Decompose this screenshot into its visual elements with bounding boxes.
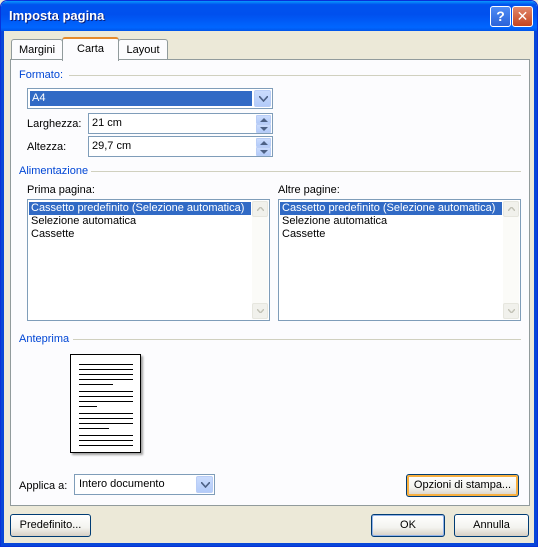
width-label: Larghezza: bbox=[27, 118, 82, 130]
chevron-down-icon bbox=[508, 309, 515, 313]
default-button[interactable]: Predefinito... bbox=[10, 514, 91, 537]
section-preview-heading: Anteprima bbox=[19, 333, 70, 345]
list-item[interactable]: Cassette bbox=[280, 228, 502, 241]
other-pages-label: Altre pagine: bbox=[278, 184, 340, 196]
preview-line bbox=[79, 364, 133, 365]
preview-line bbox=[79, 435, 133, 436]
apply-to-value: Intero documento bbox=[79, 478, 165, 490]
ok-button[interactable]: OK bbox=[371, 514, 445, 537]
preview-line bbox=[79, 428, 109, 429]
button-label: Opzioni di stampa... bbox=[413, 479, 512, 491]
other-pages-tray-list[interactable]: Cassetto predefinito (Selezione automati… bbox=[278, 199, 521, 321]
button-label: OK bbox=[400, 519, 416, 531]
chevron-down-icon bbox=[259, 96, 268, 102]
preview-line bbox=[79, 423, 133, 424]
scroll-up-button[interactable] bbox=[252, 201, 268, 217]
first-page-tray-list[interactable]: Cassetto predefinito (Selezione automati… bbox=[27, 199, 270, 321]
paper-size-value: A4 bbox=[30, 91, 252, 106]
button-label: Annulla bbox=[473, 519, 510, 531]
cancel-button[interactable]: Annulla bbox=[454, 514, 529, 537]
preview-line bbox=[79, 379, 133, 380]
scroll-down-button[interactable] bbox=[503, 303, 519, 319]
list-item[interactable]: Selezione automatica bbox=[29, 215, 251, 228]
preview-line bbox=[79, 440, 133, 441]
chevron-down-icon bbox=[201, 482, 210, 488]
preview-line bbox=[79, 401, 133, 402]
preview-line bbox=[79, 445, 133, 446]
width-spinner[interactable]: 21 cm bbox=[88, 113, 273, 134]
width-value: 21 cm bbox=[92, 117, 122, 129]
chevron-up-icon bbox=[260, 118, 268, 122]
list-item[interactable]: Cassetto predefinito (Selezione automati… bbox=[280, 202, 502, 215]
height-label: Altezza: bbox=[27, 141, 67, 153]
height-increment-button[interactable] bbox=[256, 138, 271, 147]
apply-to-select[interactable]: Intero documento bbox=[74, 474, 215, 495]
paper-size-dropdown-button[interactable] bbox=[254, 90, 271, 107]
preview-line bbox=[79, 396, 133, 397]
preview-line bbox=[79, 418, 133, 419]
width-increment-button[interactable] bbox=[256, 115, 271, 124]
chevron-up-icon bbox=[508, 207, 515, 211]
section-feed-heading: Alimentazione bbox=[19, 165, 89, 177]
list-item[interactable]: Cassetto predefinito (Selezione automati… bbox=[29, 202, 251, 215]
paper-size-select[interactable]: A4 bbox=[27, 88, 273, 109]
section-format-heading: Formato: bbox=[19, 69, 64, 81]
preview-line bbox=[79, 406, 97, 407]
chevron-up-icon bbox=[260, 141, 268, 145]
page-setup-dialog: Imposta pagina ? ✕ Margini Carta Layout … bbox=[0, 0, 538, 547]
preview-line bbox=[79, 391, 133, 392]
chevron-down-icon bbox=[260, 127, 268, 131]
preview-line bbox=[79, 413, 133, 414]
width-decrement-button[interactable] bbox=[256, 124, 271, 133]
height-spinner[interactable]: 29,7 cm bbox=[88, 136, 273, 157]
section-divider bbox=[91, 171, 521, 172]
height-value: 29,7 cm bbox=[92, 140, 132, 152]
chevron-down-icon bbox=[260, 150, 268, 154]
preview-line bbox=[79, 384, 113, 385]
chevron-down-icon bbox=[257, 309, 264, 313]
vertical-scrollbar[interactable] bbox=[503, 201, 519, 319]
apply-to-dropdown-button[interactable] bbox=[196, 476, 213, 493]
section-divider bbox=[73, 339, 521, 340]
section-divider bbox=[69, 75, 521, 76]
print-options-button[interactable]: Opzioni di stampa... bbox=[406, 474, 519, 497]
list-item[interactable]: Selezione automatica bbox=[280, 215, 502, 228]
height-decrement-button[interactable] bbox=[256, 147, 271, 156]
preview-line bbox=[79, 369, 133, 370]
first-page-label: Prima pagina: bbox=[27, 184, 95, 196]
apply-to-label: Applica a: bbox=[19, 480, 68, 492]
list-item[interactable]: Cassette bbox=[29, 228, 251, 241]
preview-line bbox=[79, 374, 133, 375]
vertical-scrollbar[interactable] bbox=[252, 201, 268, 319]
scroll-down-button[interactable] bbox=[252, 303, 268, 319]
chevron-up-icon bbox=[257, 207, 264, 211]
scroll-up-button[interactable] bbox=[503, 201, 519, 217]
button-label: Predefinito... bbox=[19, 519, 82, 531]
page-preview bbox=[70, 354, 141, 453]
